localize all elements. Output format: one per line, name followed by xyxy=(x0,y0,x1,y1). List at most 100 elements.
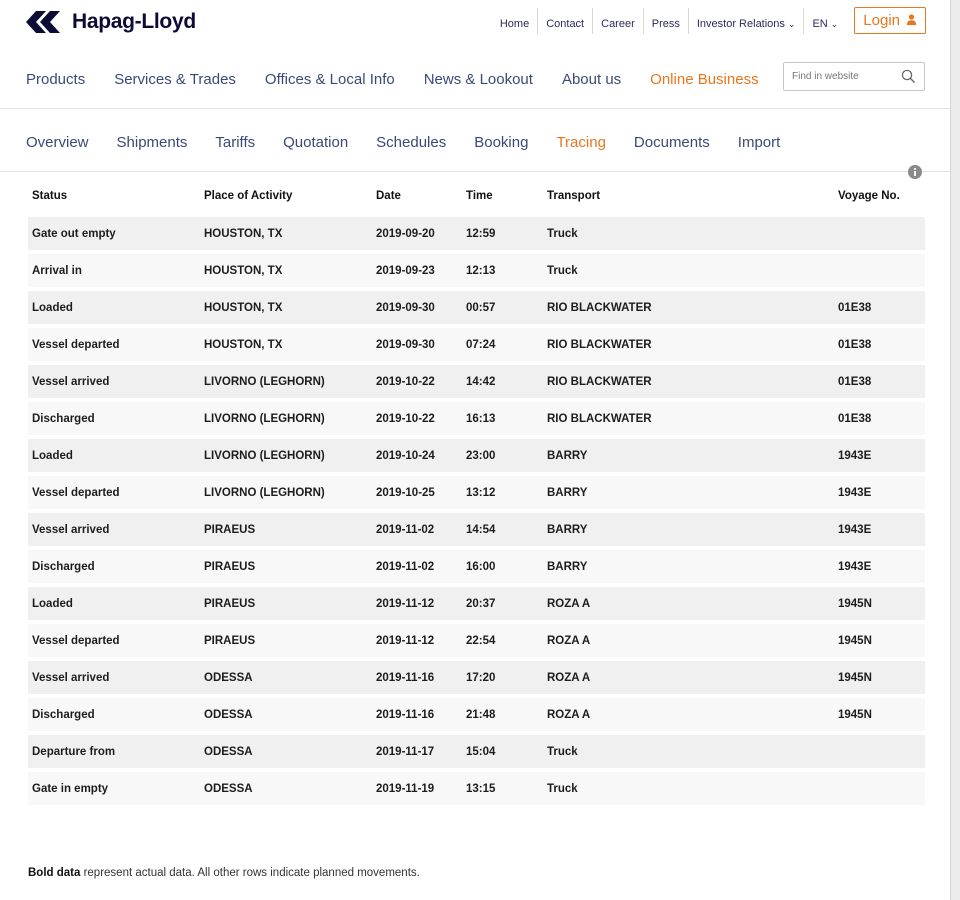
status-cell: Vessel arrived xyxy=(28,657,200,696)
table-row: Loaded HOUSTON, TX 2019-09-30 00:57 RIO BLAC… xyxy=(28,287,925,326)
top-link-career[interactable]: Career xyxy=(593,7,644,34)
table-row: Vessel departed PIRAEUS 2019-11-12 22:54 ROZ… xyxy=(28,620,925,659)
time-cell: 20:37 xyxy=(462,583,543,622)
place-cell: ODESSA xyxy=(200,694,372,733)
time-cell: 07:24 xyxy=(462,324,543,363)
search-input[interactable] xyxy=(784,63,904,90)
date-cell: 2019-11-12 xyxy=(372,583,462,622)
voyage-cell: 01E38 xyxy=(834,324,925,363)
table-row: Departure from ODESSA 2019-11-17 15:04 Truck xyxy=(28,731,925,770)
place-cell: HOUSTON, TX xyxy=(200,213,372,252)
main-nav-online-business[interactable]: Online Business xyxy=(650,71,758,88)
time-cell: 12:59 xyxy=(462,213,543,252)
top-link-contact[interactable]: Contact xyxy=(538,7,594,34)
tab-schedules[interactable]: Schedules xyxy=(376,134,446,151)
logo[interactable]: Hapag-Lloyd xyxy=(26,8,196,36)
status-cell: Vessel arrived xyxy=(28,509,200,548)
main-nav-offices-local-info[interactable]: Offices & Local Info xyxy=(265,71,395,88)
time-cell: 00:57 xyxy=(462,287,543,326)
transport-cell: RIO BLACKWATER xyxy=(543,398,834,437)
date-cell: 2019-11-17 xyxy=(372,731,462,770)
top-link-home[interactable]: Home xyxy=(492,7,539,34)
status-cell: Vessel arrived xyxy=(28,361,200,400)
time-cell: 17:20 xyxy=(462,657,543,696)
brand-name: Hapag-Lloyd xyxy=(72,10,196,33)
table-row: Discharged ODESSA 2019-11-16 21:48 ROZA A 194… xyxy=(28,694,925,733)
login-button[interactable]: Login xyxy=(854,7,926,34)
main-nav-services-trades[interactable]: Services & Trades xyxy=(114,71,236,88)
voyage-cell xyxy=(834,731,925,770)
legend-text: represent actual data. All other rows in… xyxy=(80,867,420,879)
transport-cell: Truck xyxy=(543,250,834,289)
hapag-lloyd-logo-icon xyxy=(26,11,60,33)
tab-tariffs[interactable]: Tariffs xyxy=(215,134,255,151)
table-row: Loaded LIVORNO (LEGHORN) 2019-10-24 23:00 BA… xyxy=(28,435,925,474)
search-icon[interactable] xyxy=(901,69,916,89)
transport-cell: ROZA A xyxy=(543,657,834,696)
time-cell: 15:04 xyxy=(462,731,543,770)
transport-cell: ROZA A xyxy=(543,694,834,733)
tab-tracing[interactable]: Tracing xyxy=(556,134,605,151)
voyage-cell: 1945N xyxy=(834,620,925,659)
voyage-cell: 1945N xyxy=(834,694,925,733)
voyage-cell xyxy=(834,213,925,252)
place-cell: ODESSA xyxy=(200,768,372,805)
login-label: Login xyxy=(863,12,900,29)
table-row: Vessel arrived LIVORNO (LEGHORN) 2019-10-2… xyxy=(28,361,925,400)
time-cell: 23:00 xyxy=(462,435,543,474)
tab-import[interactable]: Import xyxy=(738,134,781,151)
table-row: Discharged PIRAEUS 2019-11-02 16:00 BARRY 194… xyxy=(28,546,925,585)
header: Hapag-Lloyd Home Contact Career Press In… xyxy=(0,0,950,109)
table-row: Vessel arrived PIRAEUS 2019-11-02 14:54 BARR… xyxy=(28,509,925,548)
table-row: Discharged LIVORNO (LEGHORN) 2019-10-22 16:… xyxy=(28,398,925,437)
time-cell: 14:54 xyxy=(462,509,543,548)
status-cell: Loaded xyxy=(28,287,200,326)
main-nav-about-us[interactable]: About us xyxy=(562,71,621,88)
place-cell: LIVORNO (LEGHORN) xyxy=(200,398,372,437)
time-cell: 16:00 xyxy=(462,546,543,585)
column-header-status: Status xyxy=(28,178,200,216)
place-cell: PIRAEUS xyxy=(200,546,372,585)
language-selector[interactable]: EN ⌄ xyxy=(804,8,846,34)
voyage-cell: 01E38 xyxy=(834,398,925,437)
tab-overview[interactable]: Overview xyxy=(26,134,89,151)
column-header-date: Date xyxy=(372,178,462,216)
column-header-voyage: Voyage No. xyxy=(834,178,925,216)
chevron-down-icon: ⌄ xyxy=(787,18,796,29)
page: Hapag-Lloyd Home Contact Career Press In… xyxy=(0,0,951,900)
main-nav-news-lookout[interactable]: News & Lookout xyxy=(424,71,533,88)
top-link-investor-relations[interactable]: Investor Relations ⌄ xyxy=(689,7,805,34)
time-cell: 13:12 xyxy=(462,472,543,511)
status-cell: Vessel departed xyxy=(28,472,200,511)
date-cell: 2019-11-12 xyxy=(372,620,462,659)
time-cell: 16:13 xyxy=(462,398,543,437)
time-cell: 13:15 xyxy=(462,768,543,805)
place-cell: HOUSTON, TX xyxy=(200,324,372,363)
tracing-table: Status Place of Activity Date Time Trans… xyxy=(28,178,925,805)
status-cell: Loaded xyxy=(28,435,200,474)
place-cell: PIRAEUS xyxy=(200,509,372,548)
voyage-cell: 1943E xyxy=(834,546,925,585)
tab-booking[interactable]: Booking xyxy=(474,134,528,151)
tab-documents[interactable]: Documents xyxy=(634,134,710,151)
transport-cell: Truck xyxy=(543,768,834,805)
date-cell: 2019-11-16 xyxy=(372,694,462,733)
status-cell: Departure from xyxy=(28,731,200,770)
top-link-press[interactable]: Press xyxy=(644,7,689,34)
table-row: Gate in empty ODESSA 2019-11-19 13:15 Truck xyxy=(28,768,925,805)
transport-cell: RIO BLACKWATER xyxy=(543,287,834,326)
tab-shipments[interactable]: Shipments xyxy=(117,134,188,151)
main-nav-products[interactable]: Products xyxy=(26,71,85,88)
legend-note: Bold data represent actual data. All oth… xyxy=(28,867,420,879)
status-cell: Discharged xyxy=(28,546,200,585)
table-body: Gate out empty HOUSTON, TX 2019-09-20 12:59… xyxy=(28,213,925,805)
place-cell: ODESSA xyxy=(200,731,372,770)
date-cell: 2019-11-02 xyxy=(372,546,462,585)
transport-cell: ROZA A xyxy=(543,620,834,659)
transport-cell: BARRY xyxy=(543,546,834,585)
search-box xyxy=(783,62,925,91)
status-cell: Arrival in xyxy=(28,250,200,289)
date-cell: 2019-09-23 xyxy=(372,250,462,289)
tab-quotation[interactable]: Quotation xyxy=(283,134,348,151)
date-cell: 2019-11-19 xyxy=(372,768,462,805)
